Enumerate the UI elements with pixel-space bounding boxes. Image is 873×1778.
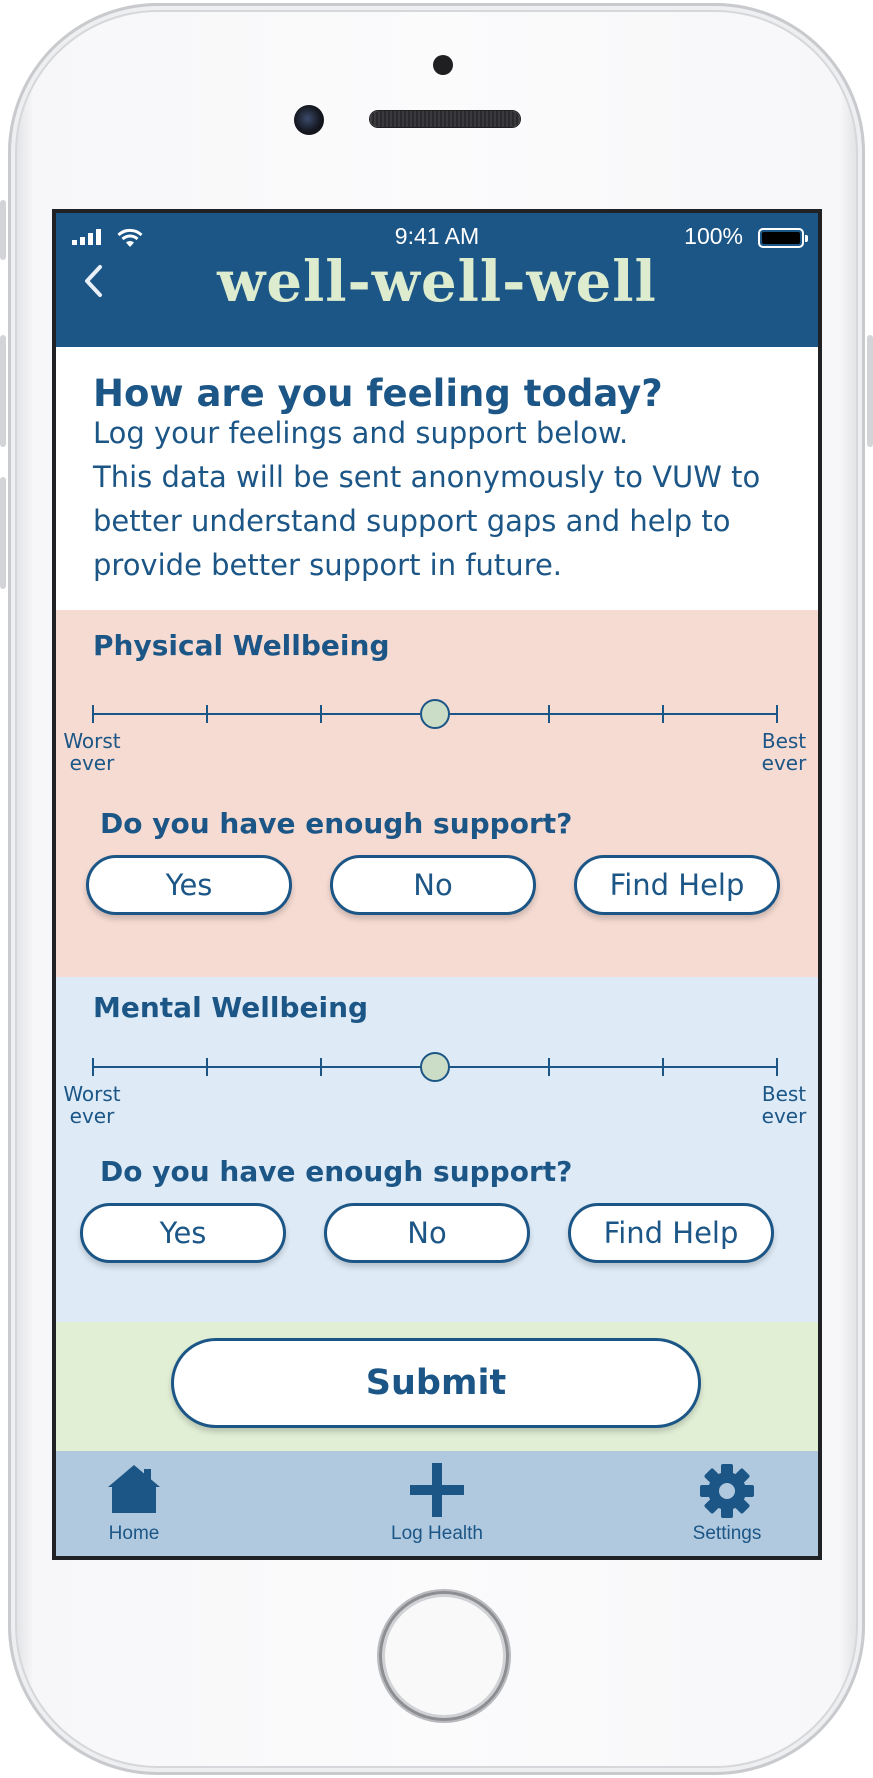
slider-thumb[interactable] bbox=[420, 1052, 450, 1082]
gear-icon bbox=[700, 1464, 754, 1518]
home-icon bbox=[108, 1465, 160, 1513]
slider-tick bbox=[662, 705, 664, 723]
page-title: How are you feeling today? bbox=[93, 372, 663, 415]
mute-switch bbox=[0, 200, 6, 260]
tab-log-health[interactable]: Log Health bbox=[362, 1451, 512, 1556]
slider-max-label: Best ever bbox=[744, 1083, 818, 1127]
mental-find-help-button[interactable]: Find Help bbox=[568, 1203, 774, 1263]
tab-label-settings: Settings bbox=[692, 1523, 762, 1544]
front-camera bbox=[294, 105, 324, 135]
app-screen: 9:41 AM 100% well-well-well How are you … bbox=[56, 213, 818, 1556]
max-label-line: Best bbox=[761, 1082, 807, 1106]
slider-max-label: Best ever bbox=[744, 730, 818, 774]
physical-support-question: Do you have enough support? bbox=[100, 807, 573, 840]
slider-tick bbox=[206, 1058, 208, 1076]
slider-thumb[interactable] bbox=[420, 699, 450, 729]
physical-wellbeing-title: Physical Wellbeing bbox=[93, 629, 390, 662]
mental-wellbeing-slider[interactable] bbox=[92, 1052, 778, 1082]
intro-text: Log your feelings and support below. Thi… bbox=[93, 411, 793, 587]
mental-yes-button[interactable]: Yes bbox=[80, 1203, 286, 1263]
battery-icon bbox=[758, 228, 808, 248]
slider-tick bbox=[92, 705, 94, 723]
slider-tick bbox=[662, 1058, 664, 1076]
header-bar: 9:41 AM 100% well-well-well bbox=[56, 213, 818, 347]
physical-wellbeing-section: Physical Wellbeing Worst ever Best ever … bbox=[56, 610, 818, 977]
max-label-line: Best bbox=[761, 729, 807, 753]
physical-find-help-button[interactable]: Find Help bbox=[574, 855, 780, 915]
min-label-line: Worst bbox=[63, 1082, 121, 1106]
intro-panel: How are you feeling today? Log your feel… bbox=[56, 347, 818, 610]
mental-wellbeing-title: Mental Wellbeing bbox=[93, 991, 369, 1024]
volume-down-button bbox=[0, 477, 6, 589]
slider-tick bbox=[776, 705, 778, 723]
tab-label-log-health: Log Health bbox=[391, 1523, 483, 1544]
power-button bbox=[867, 335, 873, 447]
slider-tick bbox=[548, 705, 550, 723]
tab-home[interactable]: Home bbox=[59, 1451, 209, 1556]
physical-wellbeing-slider[interactable] bbox=[92, 699, 778, 729]
intro-line: Log your feelings and support below. bbox=[93, 416, 629, 450]
app-title: well-well-well bbox=[217, 249, 657, 315]
slider-tick bbox=[320, 705, 322, 723]
status-bar: 9:41 AM 100% bbox=[56, 213, 818, 249]
slider-min-label: Worst ever bbox=[56, 730, 132, 774]
physical-no-button[interactable]: No bbox=[330, 855, 536, 915]
tab-label-home: Home bbox=[108, 1523, 160, 1544]
slider-tick bbox=[206, 705, 208, 723]
intro-line: provide better support in future. bbox=[93, 548, 562, 582]
intro-line: This data will be sent anonymously to VU… bbox=[93, 460, 761, 494]
max-label-line: ever bbox=[761, 1104, 807, 1128]
max-label-line: ever bbox=[761, 751, 807, 775]
intro-line: better understand support gaps and help … bbox=[93, 504, 731, 538]
mental-support-question: Do you have enough support? bbox=[100, 1155, 573, 1188]
proximity-sensor bbox=[433, 55, 453, 75]
plus-icon bbox=[410, 1463, 464, 1517]
battery-percent: 100% bbox=[684, 223, 743, 249]
slider-tick bbox=[548, 1058, 550, 1076]
min-label-line: ever bbox=[69, 1104, 115, 1128]
tab-bar: Home Log Health Settings bbox=[56, 1451, 818, 1556]
mental-no-button[interactable]: No bbox=[324, 1203, 530, 1263]
submit-section: Submit bbox=[56, 1322, 818, 1451]
submit-button[interactable]: Submit bbox=[171, 1338, 701, 1428]
slider-min-label: Worst ever bbox=[56, 1083, 132, 1127]
physical-yes-button[interactable]: Yes bbox=[86, 855, 292, 915]
min-label-line: Worst bbox=[63, 729, 121, 753]
slider-tick bbox=[320, 1058, 322, 1076]
slider-tick bbox=[776, 1058, 778, 1076]
slider-tick bbox=[92, 1058, 94, 1076]
volume-up-button bbox=[0, 335, 6, 447]
min-label-line: ever bbox=[69, 751, 115, 775]
mental-wellbeing-section: Mental Wellbeing Worst ever Best ever Do… bbox=[56, 977, 818, 1322]
earpiece-speaker bbox=[370, 111, 520, 127]
home-button[interactable] bbox=[379, 1591, 509, 1721]
tab-settings[interactable]: Settings bbox=[652, 1451, 802, 1556]
